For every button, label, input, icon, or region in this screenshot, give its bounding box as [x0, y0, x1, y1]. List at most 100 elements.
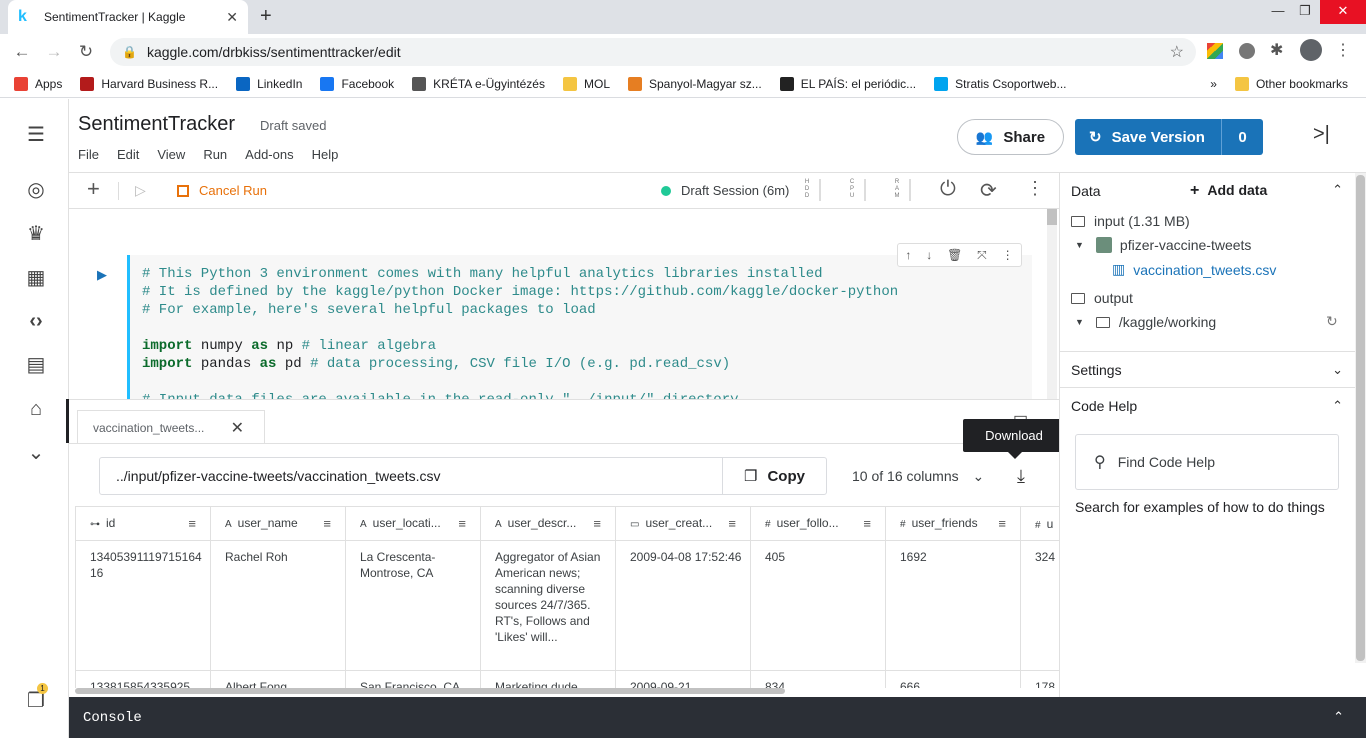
column-header[interactable]: # u: [1020, 506, 1059, 541]
column-header[interactable]: Auser_descr... ≡: [480, 506, 616, 541]
output-folder[interactable]: output: [1071, 290, 1133, 306]
sort-icon[interactable]: ≡: [863, 516, 871, 531]
cancel-run-button[interactable]: Cancel Run: [177, 183, 267, 198]
session-status[interactable]: Draft Session (6m): [661, 183, 789, 198]
columns-selector[interactable]: 10 of 16 columns ⌄: [852, 468, 984, 485]
table-horizontal-scrollbar[interactable]: [75, 688, 785, 694]
table-cell[interactable]: Rachel Roh: [210, 540, 346, 671]
column-header[interactable]: Auser_locati... ≡: [345, 506, 481, 541]
menu-help[interactable]: Help: [312, 147, 339, 162]
settings-section-header[interactable]: Settings ⌄: [1060, 362, 1366, 378]
save-version-button[interactable]: ↻ Save Version 0: [1075, 119, 1263, 155]
run-cell-icon[interactable]: ▶: [97, 267, 107, 283]
profile-avatar[interactable]: [1300, 39, 1322, 61]
data-section-header[interactable]: Data + Add data ⌃: [1060, 182, 1366, 199]
back-icon[interactable]: ←: [6, 42, 38, 62]
file-path-field[interactable]: ../input/pfizer-vaccine-tweets/vaccinati…: [99, 457, 827, 495]
add-cell-icon[interactable]: +: [87, 176, 100, 202]
hamburger-menu-icon[interactable]: ☰: [22, 121, 50, 149]
csv-file-item[interactable]: ▥ vaccination_tweets.csv: [1112, 261, 1276, 278]
table-cell[interactable]: La Crescenta-Montrose, CA: [345, 540, 481, 671]
move-down-icon[interactable]: ↓: [926, 248, 932, 262]
restore-icon[interactable]: ❐: [1290, 0, 1320, 24]
extension-circle-icon[interactable]: [1239, 43, 1255, 59]
share-button[interactable]: 👥 Share: [957, 119, 1064, 155]
chevron-down-icon[interactable]: ⌄: [22, 439, 50, 467]
code-editor[interactable]: # This Python 3 environment comes with m…: [142, 265, 898, 399]
discussion-icon[interactable]: ▤: [22, 351, 50, 379]
bookmark-item[interactable]: Facebook: [320, 76, 394, 91]
collapse-icon[interactable]: ⤧: [977, 248, 987, 263]
chevron-up-icon[interactable]: ⌃: [1332, 182, 1343, 198]
cell-more-icon[interactable]: ⋮: [1002, 248, 1014, 262]
forward-icon[interactable]: →: [38, 42, 70, 62]
close-tab-icon[interactable]: ✕: [226, 9, 238, 26]
browser-tab[interactable]: k SentimentTracker | Kaggle ✕: [8, 0, 248, 34]
menu-edit[interactable]: Edit: [117, 147, 139, 162]
version-count[interactable]: 0: [1222, 129, 1263, 146]
table-cell[interactable]: Aggregator of Asian American news; scann…: [480, 540, 616, 671]
dataset-item[interactable]: ▼ pfizer-vaccine-tweets: [1075, 237, 1251, 253]
bookmark-item[interactable]: Spanyol-Magyar sz...: [628, 76, 762, 91]
table-cell[interactable]: 133815854335925: [75, 670, 211, 688]
code-icon[interactable]: ‹›: [22, 307, 50, 335]
restart-icon[interactable]: ⟳: [980, 178, 997, 203]
copy-button[interactable]: ❐ Copy: [722, 458, 826, 494]
table-cell[interactable]: 666: [885, 670, 1021, 688]
table-cell[interactable]: 834: [750, 670, 886, 688]
notebook-title[interactable]: SentimentTracker: [78, 113, 235, 136]
table-cell[interactable]: 2009-04-08 17:52:46: [615, 540, 751, 671]
compass-icon[interactable]: ◎: [22, 176, 50, 204]
resource-meter-ram[interactable]: RAM: [892, 179, 902, 200]
menu-add-ons[interactable]: Add-ons: [245, 147, 293, 162]
sort-icon[interactable]: ≡: [458, 516, 466, 531]
power-icon[interactable]: ⏻: [940, 178, 956, 201]
column-header[interactable]: ⊶ id ≡: [75, 506, 211, 541]
chevron-up-icon[interactable]: ⌃: [1333, 710, 1344, 725]
page-scrollbar[interactable]: [1355, 173, 1366, 663]
close-window-icon[interactable]: ✕: [1320, 0, 1366, 24]
bookmark-item[interactable]: Apps: [14, 76, 62, 91]
table-cell[interactable]: 324: [1020, 540, 1059, 671]
bookmark-star-icon[interactable]: ☆: [1170, 42, 1184, 62]
sort-icon[interactable]: ≡: [593, 516, 601, 531]
sort-icon[interactable]: ≡: [188, 516, 196, 531]
table-icon[interactable]: ▦: [22, 264, 50, 292]
viewer-tab[interactable]: vaccination_tweets... ✕: [77, 410, 265, 444]
more-options-icon[interactable]: ⋮: [1026, 178, 1044, 199]
other-bookmarks[interactable]: Other bookmarks: [1234, 76, 1348, 91]
input-folder[interactable]: input (1.31 MB): [1071, 213, 1190, 229]
bookmark-item[interactable]: EL PAÍS: el periódic...: [779, 76, 916, 91]
refresh-output-icon[interactable]: ↻: [1326, 313, 1338, 330]
minimize-icon[interactable]: —: [1263, 0, 1293, 24]
sort-icon[interactable]: ≡: [323, 516, 331, 531]
working-folder[interactable]: ▼ /kaggle/working: [1075, 314, 1216, 330]
table-cell[interactable]: Marketing dude: [480, 670, 616, 688]
bookmark-item[interactable]: KRÉTA e-Ügyintézés: [412, 76, 545, 91]
url-field[interactable]: 🔒 kaggle.com/drbkiss/sentimenttracker/ed…: [110, 38, 1196, 66]
run-icon[interactable]: ▷: [135, 182, 146, 199]
menu-view[interactable]: View: [157, 147, 185, 162]
column-header[interactable]: ▭ user_creat... ≡: [615, 506, 751, 541]
editor-scrollbar[interactable]: [1047, 209, 1057, 399]
column-header[interactable]: # user_friends ≡: [885, 506, 1021, 541]
console-bar[interactable]: Console ⌃: [69, 697, 1366, 738]
extension-icon[interactable]: [1207, 43, 1223, 59]
bookmark-item[interactable]: Stratis Csoportweb...: [934, 76, 1066, 91]
reload-icon[interactable]: ↻: [70, 42, 102, 62]
close-viewer-icon[interactable]: ✕: [231, 418, 244, 438]
code-help-search-input[interactable]: ⚲ Find Code Help: [1075, 434, 1339, 490]
bookmark-item[interactable]: Harvard Business R...: [80, 76, 218, 91]
puzzle-icon[interactable]: ✱: [1270, 40, 1283, 60]
browser-menu-icon[interactable]: ⋮: [1335, 40, 1351, 60]
move-up-icon[interactable]: ↑: [905, 248, 911, 262]
table-cell[interactable]: 1340539111971516416: [75, 540, 211, 671]
table-cell[interactable]: Albert Fong: [210, 670, 346, 688]
sort-icon[interactable]: ≡: [998, 516, 1006, 531]
menu-run[interactable]: Run: [203, 147, 227, 162]
table-cell[interactable]: San Francisco, CA: [345, 670, 481, 688]
school-icon[interactable]: ⌂: [22, 395, 50, 423]
code-cell[interactable]: # This Python 3 environment comes with m…: [127, 255, 1032, 399]
table-cell[interactable]: 178: [1020, 670, 1059, 688]
collapse-panel-icon[interactable]: >|: [1313, 123, 1330, 146]
